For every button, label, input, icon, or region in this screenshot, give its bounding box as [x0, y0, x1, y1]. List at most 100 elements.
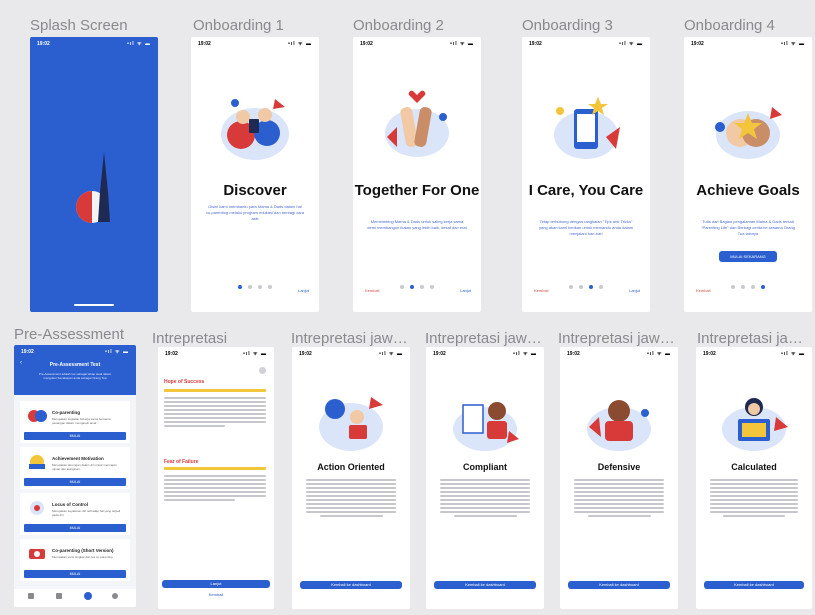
status-bar: 19:02 •ıl ᯤ ▬ [522, 37, 650, 49]
coparenting-short-icon [29, 549, 45, 559]
fear-bar [164, 467, 266, 470]
card-subtitle: Merupakan keyakinan diri terhadap hal ya… [52, 509, 121, 517]
back-to-dashboard-button[interactable]: Kembali ke dashboard [434, 581, 536, 589]
frame-title-pre-assessment: Pre-Assessment [14, 326, 125, 343]
status-time: 19:02 [299, 351, 312, 357]
hope-bar [164, 389, 266, 392]
start-now-button[interactable]: MULAI SEKARANG [719, 251, 777, 262]
back-link[interactable]: Kembali [158, 592, 274, 597]
onboarding-description: Tetap terhubung dengan rangkaian "Tips a… [538, 219, 634, 236]
home-indicator [74, 304, 114, 306]
compliant-illustration-icon [453, 402, 519, 451]
status-bar: 19:02 •ıl ᯤ ▬ [426, 347, 544, 359]
nav-home-icon[interactable] [28, 593, 34, 599]
back-to-dashboard-button[interactable]: Kembali ke dashboard [568, 581, 670, 589]
back-link[interactable]: Kembali [365, 288, 379, 293]
hope-heading: Hope of Success [164, 379, 205, 385]
fear-heading: Fear of Failure [164, 459, 199, 465]
back-to-dashboard-button[interactable]: Kembali ke dashboard [300, 581, 402, 589]
result-text [440, 479, 530, 519]
result-text [574, 479, 664, 519]
onboarding-title: Discover [223, 182, 287, 199]
high-five-illustration-icon [385, 90, 449, 157]
nav-profile-icon[interactable] [112, 593, 118, 599]
info-icon[interactable] [259, 367, 266, 374]
status-time: 19:02 [21, 349, 34, 355]
status-bar: 19:02 •ıl ᯤ ▬ [191, 37, 319, 49]
result-compliant-screen: 19:02 •ıl ᯤ ▬ Compliant Kembali ke dashbo… [426, 347, 544, 609]
frame-title-onboarding-1: Onboarding 1 [193, 17, 284, 34]
back-to-dashboard-button[interactable]: Kembali ke dashboard [704, 581, 804, 589]
card-title: Co-parenting (Short Version) [52, 548, 114, 553]
next-link[interactable]: Lanjut [298, 288, 309, 293]
frame-title-onboarding-3: Onboarding 3 [522, 17, 613, 34]
status-time: 19:02 [165, 351, 178, 357]
next-link[interactable]: Lanjut [460, 288, 471, 293]
status-icons: •ıl ᯤ ▬ [781, 351, 805, 357]
next-link[interactable]: Lanjut [629, 288, 640, 293]
card-title: Locus of Control [52, 502, 88, 507]
continue-button[interactable]: Lanjut [162, 580, 270, 588]
status-bar: 19:02 •ıl ᯤ ▬ [30, 37, 158, 49]
start-button[interactable]: MULAI [24, 570, 126, 578]
frame-title-onboarding-2: Onboarding 2 [353, 17, 444, 34]
status-time: 19:02 [703, 351, 716, 357]
start-button[interactable]: MULAI [24, 432, 126, 440]
status-icons: •ıl ᯤ ▬ [288, 41, 312, 47]
pre-assessment-subtitle: Pre-Assessment adalah tes sebagai tahap … [38, 372, 112, 380]
status-bar: 19:02 •ıl ᯤ ▬ [696, 347, 812, 359]
fear-text [164, 475, 266, 503]
status-time: 19:02 [360, 41, 373, 47]
frame-title-result-4: Intrepretasi jawaban [697, 330, 813, 347]
result-calculated-screen: 19:02 •ıl ᯤ ▬ Calculated Kembali ke dashb… [696, 347, 812, 609]
intrepretasi-screen: 19:02 •ıl ᯤ ▬ Hope of Success Fear of Fai… [158, 347, 274, 609]
nav-assessment-icon[interactable] [84, 592, 92, 600]
frame-title-splash: Splash Screen [30, 17, 128, 34]
onboarding-2-screen: 19:02 •ıl ᯤ ▬ Together For One Membimbing… [353, 37, 481, 312]
status-time: 19:02 [198, 41, 211, 47]
pre-assessment-screen: 19:02 •ıl ᯤ ▬ ‹ Pre-Assessment Test Pre-A… [14, 345, 136, 607]
status-icons: •ıl ᯤ ▬ [127, 41, 151, 47]
frame-title-result-2: Intrepretasi jawaban [425, 330, 545, 347]
result-title: Compliant [463, 462, 507, 472]
pre-assessment-header: 19:02 •ıl ᯤ ▬ ‹ Pre-Assessment Test Pre-A… [14, 345, 136, 395]
onboarding-description: Membimbing Mama & Dads untuk saling kerj… [367, 219, 467, 230]
card-title: Achievement Motivation [52, 456, 104, 461]
start-button[interactable]: MULAI [24, 478, 126, 486]
onboarding-description: Disini kami membantu para Mama & Dads da… [205, 204, 305, 221]
calculated-illustration-icon [722, 398, 788, 451]
status-icons: •ıl ᯤ ▬ [781, 41, 805, 47]
onboarding-title: I Care, You Care [528, 182, 644, 199]
status-icons: •ıl ᯤ ▬ [243, 351, 267, 357]
start-button[interactable]: MULAI [24, 524, 126, 532]
onboarding-4-screen: 19:02 •ıl ᯤ ▬ Achieve Goals Tutis dari Ba… [684, 37, 812, 312]
status-bar: 19:02 •ıl ᯤ ▬ [158, 347, 274, 359]
frame-title-onboarding-4: Onboarding 4 [684, 17, 775, 34]
card-subtitle: Merupakan dorongan dalam diri untuk menc… [52, 463, 117, 471]
status-icons: •ıl ᯤ ▬ [513, 351, 537, 357]
back-link[interactable]: Kembali [534, 288, 548, 293]
phone-tips-illustration-icon [554, 97, 620, 159]
status-icons: •ıl ᯤ ▬ [647, 351, 671, 357]
result-defensive-screen: 19:02 •ıl ᯤ ▬ Defensive Kembali ke dashbo… [560, 347, 678, 609]
splash-logo-icon [76, 152, 110, 223]
status-bar: 19:02 •ıl ᯤ ▬ [353, 37, 481, 49]
card-subtitle: Merupakan kegiatan bekerja sama bersama … [52, 417, 111, 425]
frame-title-result-3: Intrepretasi jawaban [558, 330, 678, 347]
result-title: Calculated [731, 462, 777, 472]
status-bar: 19:02 •ıl ᯤ ▬ [292, 347, 410, 359]
status-icons: •ıl ᯤ ▬ [379, 351, 403, 357]
result-title: Action Oriented [317, 462, 385, 472]
nav-article-icon[interactable] [56, 593, 62, 599]
onboarding-description: Tutis dari Bagian pengalaman Mama & Dads… [701, 219, 795, 236]
status-bar: 19:02 •ıl ᯤ ▬ [684, 37, 812, 49]
status-time: 19:02 [567, 351, 580, 357]
result-title: Defensive [597, 462, 641, 472]
result-action-oriented-screen: 19:02 •ıl ᯤ ▬ Action Oriented Kembali ke … [292, 347, 410, 609]
status-time: 19:02 [529, 41, 542, 47]
defensive-illustration-icon [587, 400, 651, 451]
back-link[interactable]: Kembali [696, 288, 710, 293]
assessment-card: Achievement Motivation Merupakan doronga… [20, 447, 130, 489]
result-text [710, 479, 798, 519]
status-time: 19:02 [433, 351, 446, 357]
